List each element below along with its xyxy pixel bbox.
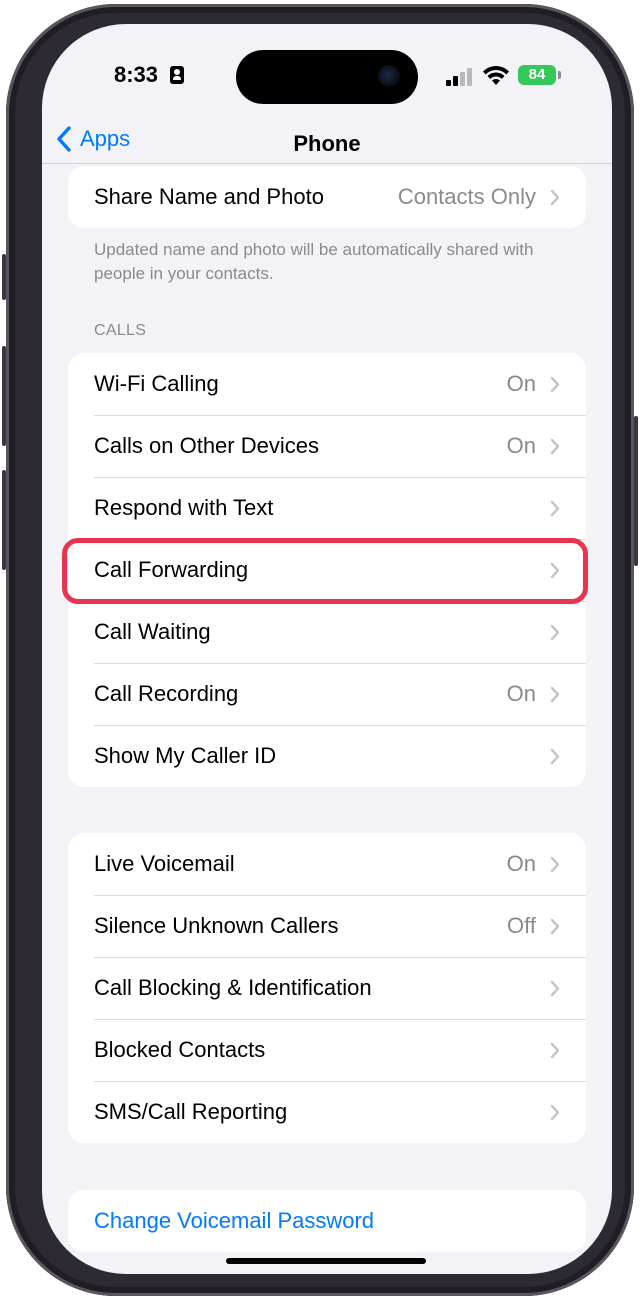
row-label: Change Voicemail Password	[94, 1208, 375, 1233]
row-label: Show My Caller ID	[94, 743, 277, 768]
row-value: On	[506, 681, 536, 706]
chevron-right-icon	[550, 856, 560, 872]
row-label: Silence Unknown Callers	[94, 913, 339, 938]
chevron-right-icon	[550, 748, 560, 764]
screen: 8:33 84 Apps Phone Share Name and Photo …	[42, 24, 612, 1274]
row-label: Share Name and Photo	[94, 184, 324, 209]
row-blocked-contacts[interactable]: Blocked Contacts	[68, 1019, 586, 1081]
chevron-right-icon	[550, 980, 560, 996]
chevron-right-icon	[550, 1042, 560, 1058]
row-value: On	[506, 851, 536, 876]
battery-icon: 84	[518, 65, 556, 85]
row-label: Call Forwarding	[94, 557, 249, 582]
chevron-right-icon	[550, 918, 560, 934]
row-call-blocking-identification[interactable]: Call Blocking & Identification	[68, 957, 586, 1019]
row-call-waiting[interactable]: Call Waiting	[68, 601, 586, 663]
row-respond-with-text[interactable]: Respond with Text	[68, 477, 586, 539]
row-label: Live Voicemail	[94, 851, 235, 876]
navigation-bar: Apps Phone	[42, 112, 612, 164]
row-label: Call Blocking & Identification	[94, 975, 372, 1000]
chevron-right-icon	[550, 1104, 560, 1120]
page-title: Phone	[293, 131, 361, 156]
cellular-signal-icon	[446, 68, 474, 86]
section-header-calls: CALLS	[94, 322, 147, 339]
share-settings-group: Share Name and Photo Contacts Only	[68, 166, 586, 228]
calls-group: Wi-Fi Calling On Calls on Other Devices …	[68, 353, 586, 787]
row-value: Off	[507, 913, 536, 938]
row-label: Wi-Fi Calling	[94, 371, 219, 396]
row-live-voicemail[interactable]: Live Voicemail On	[68, 833, 586, 895]
home-indicator[interactable]	[226, 1258, 426, 1264]
row-silence-unknown-callers[interactable]: Silence Unknown Callers Off	[68, 895, 586, 957]
change-voicemail-password-button[interactable]: Change Voicemail Password	[68, 1190, 586, 1252]
nav-divider	[42, 163, 612, 164]
row-wifi-calling[interactable]: Wi-Fi Calling On	[68, 353, 586, 415]
row-call-recording[interactable]: Call Recording On	[68, 663, 586, 725]
voicemail-password-group: Change Voicemail Password	[68, 1190, 586, 1252]
row-label: Respond with Text	[94, 495, 274, 520]
battery-tip	[558, 71, 561, 79]
chevron-right-icon	[550, 562, 560, 578]
power-button	[634, 416, 638, 566]
focus-contact-icon	[170, 66, 184, 84]
row-value: On	[506, 433, 536, 458]
status-time: 8:33	[114, 62, 159, 87]
row-label: Call Recording	[94, 681, 239, 706]
camera-icon	[378, 65, 400, 87]
row-value: Contacts Only	[397, 184, 536, 209]
chevron-right-icon	[550, 624, 560, 640]
row-show-my-caller-id[interactable]: Show My Caller ID	[68, 725, 586, 787]
wifi-icon	[483, 65, 509, 85]
row-label: Blocked Contacts	[94, 1037, 266, 1062]
row-label: Call Waiting	[94, 619, 211, 644]
share-footer-text: Updated name and photo will be automatic…	[94, 240, 534, 283]
iphone-frame: 8:33 84 Apps Phone Share Name and Photo …	[2, 4, 638, 1296]
row-label: Calls on Other Devices	[94, 433, 319, 458]
chevron-right-icon	[550, 189, 560, 205]
dynamic-island	[236, 50, 418, 104]
row-share-name-and-photo[interactable]: Share Name and Photo Contacts Only	[68, 166, 586, 228]
action-button	[2, 254, 6, 300]
row-calls-on-other-devices[interactable]: Calls on Other Devices On	[68, 415, 586, 477]
row-call-forwarding[interactable]: Call Forwarding	[68, 539, 586, 601]
voicemail-blocking-group: Live Voicemail On Silence Unknown Caller…	[68, 833, 586, 1143]
volume-up-button	[2, 346, 6, 446]
row-label: SMS/Call Reporting	[94, 1099, 288, 1124]
volume-down-button	[2, 470, 6, 570]
chevron-right-icon	[550, 686, 560, 702]
row-value: On	[506, 371, 536, 396]
chevron-right-icon	[550, 500, 560, 516]
chevron-right-icon	[550, 438, 560, 454]
row-sms-call-reporting[interactable]: SMS/Call Reporting	[68, 1081, 586, 1143]
chevron-right-icon	[550, 376, 560, 392]
